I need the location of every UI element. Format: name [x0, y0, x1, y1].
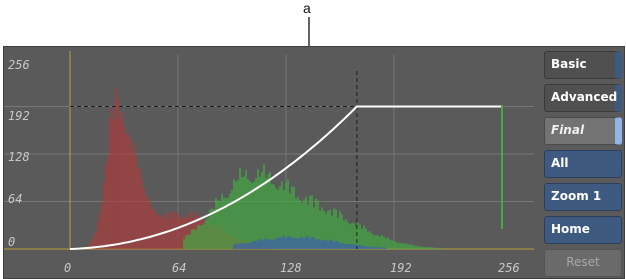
color-curves-panel: 256 192 128 64 0 0 64 128 192 256 Basic …: [3, 46, 625, 279]
x-tick-256: 256: [498, 261, 520, 275]
zoom-button[interactable]: Zoom 1: [544, 183, 622, 211]
home-button[interactable]: Home: [544, 216, 622, 244]
histogram-curve-plot[interactable]: 256 192 128 64 0 0 64 128 192 256: [4, 47, 540, 278]
final-button[interactable]: Final: [544, 117, 622, 145]
x-tick-192: 192: [390, 261, 412, 275]
x-tick-128: 128: [280, 261, 302, 275]
y-tick-64: 64: [8, 192, 22, 206]
x-tick-0: 0: [64, 261, 71, 275]
y-tick-128: 128: [8, 150, 30, 164]
mode-button-column: Basic Advanced Final All Zoom 1 Home Res…: [540, 47, 624, 278]
y-tick-256: 256: [8, 58, 30, 72]
y-tick-192: 192: [8, 109, 30, 123]
y-tick-0: 0: [8, 235, 15, 249]
reset-button[interactable]: Reset: [544, 249, 622, 277]
basic-button[interactable]: Basic: [544, 51, 622, 79]
x-tick-64: 64: [172, 261, 186, 275]
all-button[interactable]: All: [544, 150, 622, 178]
advanced-button[interactable]: Advanced: [544, 84, 622, 112]
